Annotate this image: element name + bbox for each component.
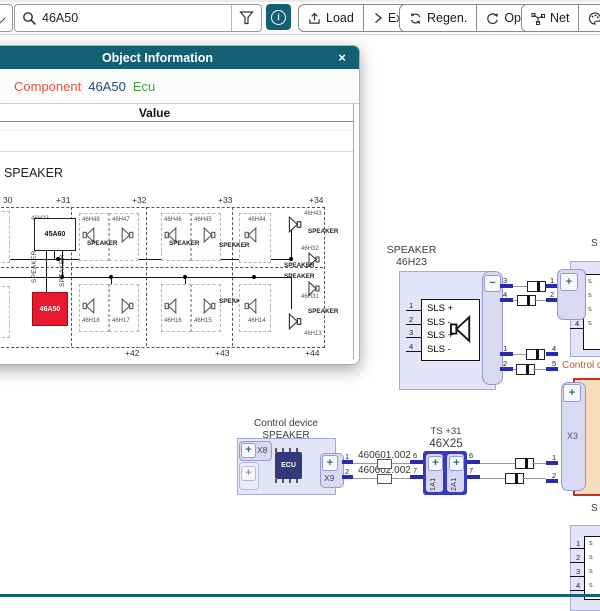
- top-right-block-title: S: [591, 238, 598, 250]
- regenerate-button[interactable]: Regen.: [400, 5, 476, 31]
- value-row-text[interactable]: I SPEAKER: [0, 166, 63, 180]
- expand-button[interactable]: [241, 443, 256, 458]
- preview-46h31: 46H31: [301, 294, 319, 300]
- x8-label: X8: [257, 445, 267, 455]
- circular-arrow-icon: [486, 12, 499, 25]
- search-box: [14, 4, 262, 32]
- pin: [500, 284, 513, 288]
- preview-46h46: 46H46: [164, 217, 182, 223]
- toolbar: Load Extract Regen. Optimize: [0, 0, 600, 35]
- wire-marker-icon: [377, 459, 392, 469]
- pin-label-sls4: SLS -: [427, 344, 451, 355]
- preview-46h45: 46H45: [194, 217, 212, 223]
- upload-icon: [308, 12, 321, 25]
- funnel-icon: [239, 11, 254, 25]
- pin: [500, 298, 513, 302]
- net-gray-group: Net Gray: [521, 4, 600, 32]
- preview-46h14: 46H14: [248, 318, 266, 324]
- preview-46h16: 46H16: [164, 318, 182, 324]
- preview-46h15: 46H15: [194, 318, 212, 324]
- chevron-right-icon: [373, 12, 383, 24]
- preview-46a50-selected-box[interactable]: 46A50: [32, 292, 68, 326]
- close-icon[interactable]: [335, 50, 349, 64]
- filter-button[interactable]: [232, 5, 261, 31]
- value-column-header: Value: [0, 104, 353, 122]
- expand-button[interactable]: [322, 455, 338, 471]
- preview-46h13: 46H13: [304, 331, 322, 337]
- pin-2: 2: [409, 316, 413, 324]
- component-type: Ecu: [133, 79, 155, 94]
- zoom-combobox-clipped[interactable]: [0, 4, 13, 32]
- inline-connector-icon: [516, 364, 535, 375]
- object-information-dialog: Object Information Component 46A50 Ecu V…: [0, 45, 360, 365]
- preview-46h48: 46H48: [82, 217, 100, 223]
- status-divider: [0, 594, 600, 597]
- gray-button[interactable]: Gray: [579, 5, 600, 31]
- expand-button[interactable]: [563, 384, 581, 402]
- ecu-chip-icon: ECU: [275, 452, 302, 479]
- collapse-button[interactable]: [484, 275, 501, 292]
- schematic-preview[interactable]: 30 +31 +32 +33 +34 +42 +43 +44: [0, 191, 354, 361]
- speaker-icon: [450, 311, 472, 347]
- 2a1-label: 2A1: [451, 471, 458, 491]
- expand-button-disabled[interactable]: [241, 466, 256, 481]
- pin: [500, 367, 513, 371]
- wire-marker-icon: [377, 474, 392, 484]
- inline-connector-icon: [527, 281, 546, 292]
- inline-connector-icon: [515, 458, 534, 469]
- preview-46h47: 46H47: [112, 217, 130, 223]
- inline-connector-icon: [517, 295, 536, 306]
- ts-46x25-title: TS +31 46X25: [414, 427, 478, 451]
- net-label: Net: [550, 11, 569, 25]
- preview-46h44: 46H44: [248, 217, 266, 223]
- palette-icon: [588, 12, 600, 25]
- speaker-46h23-title: SPEAKER 46H23: [364, 244, 459, 268]
- load-button[interactable]: Load: [299, 5, 363, 31]
- network-icon: [531, 12, 545, 25]
- info-icon: [271, 10, 286, 25]
- pin: [500, 352, 513, 356]
- dialog-title: Object Information: [102, 51, 213, 65]
- preview-46h43: 46H43: [304, 211, 322, 217]
- wire: [534, 300, 546, 301]
- preview-45a60-box[interactable]: 45A60: [34, 218, 76, 251]
- expand-button[interactable]: [428, 456, 443, 471]
- net-button[interactable]: Net: [522, 5, 578, 31]
- control-device-highlight-title: Control d: [562, 360, 600, 371]
- 1a1-label: 1A1: [430, 471, 437, 491]
- pin-4: 4: [409, 343, 413, 351]
- component-row: Component 46A50 Ecu: [0, 69, 359, 104]
- search-icon: [15, 11, 37, 26]
- pin-label-sls2: SLS -: [427, 317, 451, 328]
- preview-46h17: 46H17: [112, 318, 130, 324]
- chevron-down-icon: [0, 12, 6, 23]
- load-label: Load: [326, 11, 354, 25]
- regen-label: Regen.: [427, 11, 467, 25]
- component-label: Component: [14, 79, 81, 94]
- info-button[interactable]: [266, 4, 291, 30]
- wire: [513, 286, 527, 287]
- expand-button[interactable]: [560, 273, 578, 291]
- pin-1: 1: [409, 302, 413, 310]
- x3-label: X3: [567, 431, 578, 441]
- inline-connector-icon: [505, 473, 524, 484]
- window-edge: [0, 0, 600, 2]
- inline-connector-icon: [526, 349, 545, 360]
- dialog-header[interactable]: Object Information: [0, 46, 359, 69]
- refresh-icon: [409, 12, 422, 25]
- preview-46h18: 46H18: [82, 318, 100, 324]
- component-id: 46A50: [88, 79, 126, 94]
- search-input[interactable]: [37, 10, 231, 26]
- expand-button[interactable]: [449, 456, 464, 471]
- bottom-right-block-title: S: [591, 503, 598, 515]
- x9-label: X9: [324, 473, 334, 483]
- pin-3: 3: [409, 329, 413, 337]
